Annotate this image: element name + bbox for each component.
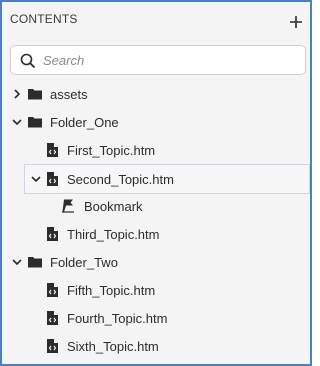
tree-item-first-topic[interactable]: First_Topic.htm: [2, 136, 310, 164]
tree-item-label: assets: [50, 87, 88, 102]
tree-item-label: Folder_Two: [50, 255, 118, 270]
topic-file-icon: [47, 311, 58, 325]
plus-icon[interactable]: [288, 14, 304, 30]
bookmark-icon: [62, 199, 74, 213]
chevron-down-icon[interactable]: [30, 173, 42, 185]
panel-header: CONTENTS: [2, 2, 310, 38]
tree-item-label: Fourth_Topic.htm: [67, 311, 168, 326]
tree-item-folder-two[interactable]: Folder_Two: [2, 248, 310, 276]
search-box[interactable]: [10, 45, 306, 75]
topic-file-icon: [47, 283, 58, 297]
topic-file-icon: [47, 143, 58, 157]
tree-item-third-topic[interactable]: Third_Topic.htm: [2, 220, 310, 248]
folder-icon: [28, 257, 42, 268]
tree-item-fifth-topic[interactable]: Fifth_Topic.htm: [2, 276, 310, 304]
tree-item-label: First_Topic.htm: [67, 143, 156, 158]
tree-item-bookmark[interactable]: Bookmark: [2, 192, 310, 220]
tree-item-label: Bookmark: [84, 199, 143, 214]
topic-file-icon: [47, 339, 58, 353]
tree-item-folder-one[interactable]: Folder_One: [2, 108, 310, 136]
folder-icon: [28, 117, 42, 128]
contents-panel: CONTENTS assets Fol: [0, 0, 312, 366]
tree-item-label: Folder_One: [50, 115, 119, 130]
folder-icon: [28, 89, 42, 100]
search-input[interactable]: [43, 50, 293, 70]
chevron-down-icon[interactable]: [11, 256, 23, 268]
tree-item-assets[interactable]: assets: [2, 80, 310, 108]
tree-item-label: Second_Topic.htm: [67, 172, 174, 187]
topic-file-icon: [47, 227, 58, 241]
panel-title: CONTENTS: [10, 12, 78, 26]
tree-item-label: Sixth_Topic.htm: [67, 339, 159, 354]
chevron-right-icon[interactable]: [11, 88, 23, 100]
tree-item-label: Third_Topic.htm: [67, 227, 160, 242]
tree-item-second-topic[interactable]: Second_Topic.htm: [24, 164, 310, 194]
chevron-down-icon[interactable]: [11, 116, 23, 128]
tree-item-sixth-topic[interactable]: Sixth_Topic.htm: [2, 332, 310, 360]
tree-item-label: Fifth_Topic.htm: [67, 283, 156, 298]
topic-file-icon: [47, 172, 58, 186]
tree-item-fourth-topic[interactable]: Fourth_Topic.htm: [2, 304, 310, 332]
search-icon: [20, 53, 36, 69]
